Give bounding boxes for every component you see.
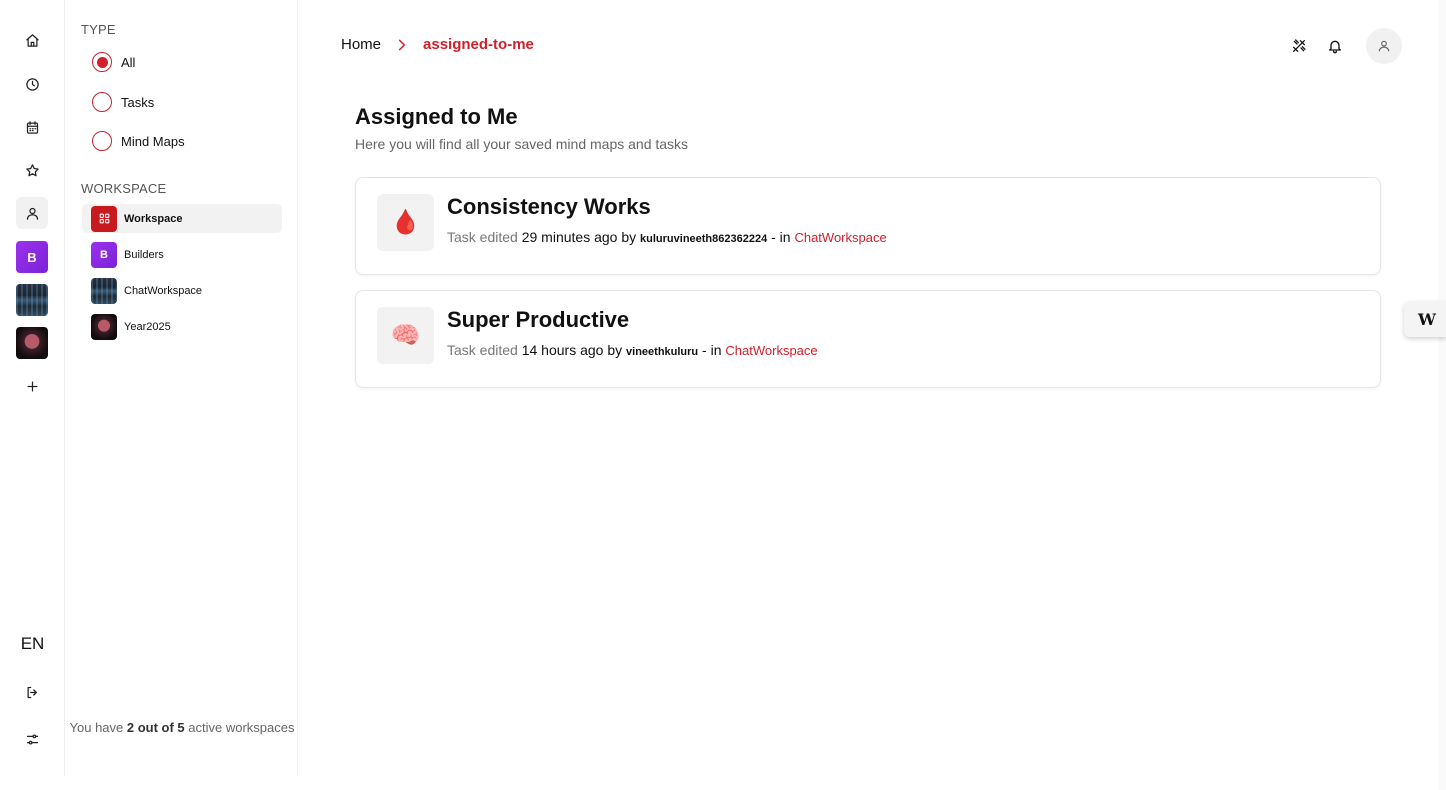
- task-time: 14 hours ago: [521, 342, 604, 358]
- radio-checked-icon[interactable]: [92, 52, 112, 72]
- workspace-item-chatworkspace[interactable]: ChatWorkspace: [82, 276, 282, 305]
- plus-icon[interactable]: [16, 370, 48, 402]
- type-option-mind-maps[interactable]: Mind Maps: [92, 130, 185, 152]
- tools-icon[interactable]: [1287, 34, 1311, 58]
- workspace-section-title: WORKSPACE: [81, 181, 167, 196]
- workspace-avatar: B: [91, 241, 117, 268]
- logout-icon[interactable]: [16, 676, 48, 708]
- task-workspace-link[interactable]: ChatWorkspace: [794, 230, 886, 245]
- workspace-label: ChatWorkspace: [124, 284, 203, 297]
- workspace-builders-tile[interactable]: B: [16, 241, 48, 273]
- bell-icon[interactable]: [1323, 34, 1347, 58]
- floating-widget-button[interactable]: W: [1404, 301, 1446, 337]
- task-meta: Task edited 29 minutes ago by kuluruvine…: [447, 229, 887, 245]
- radio-unchecked-icon[interactable]: [92, 92, 112, 112]
- task-in: - in: [771, 229, 791, 245]
- type-option-label: Mind Maps: [121, 133, 185, 149]
- task-time: 29 minutes ago: [521, 229, 618, 245]
- workspace-year2025-tile[interactable]: [16, 327, 48, 359]
- footer-count: 2 out of 5: [126, 720, 185, 735]
- task-workspace-link[interactable]: ChatWorkspace: [725, 343, 817, 358]
- page-subtitle: Here you will find all your saved mind m…: [355, 136, 689, 152]
- icon-rail: B EN: [0, 0, 65, 776]
- workspace-item-workspace[interactable]: Workspace: [82, 204, 282, 233]
- workspace-item-year2025[interactable]: Year2025: [82, 312, 282, 341]
- breadcrumb: Home assigned-to-me: [341, 36, 534, 53]
- breadcrumb-home[interactable]: Home: [341, 36, 381, 53]
- language-selector[interactable]: EN: [0, 634, 65, 654]
- page-title: Assigned to Me: [355, 104, 518, 129]
- user-avatar[interactable]: [1366, 28, 1402, 64]
- workspace-label: Builders: [124, 248, 164, 261]
- blood-drop-icon: 🩸: [377, 194, 434, 251]
- task-user: vineethkuluru: [626, 346, 699, 358]
- task-by: by: [621, 229, 637, 245]
- type-option-all[interactable]: All: [92, 51, 135, 73]
- task-user: kuluruvineeth862362224: [640, 233, 768, 245]
- task-in: - in: [702, 342, 722, 358]
- task-title: Super Productive: [447, 307, 630, 332]
- clock-icon[interactable]: [16, 68, 48, 100]
- workspace-label: Workspace: [124, 212, 183, 225]
- workspace-initial: B: [27, 249, 37, 265]
- widget-logo: W: [1418, 309, 1436, 329]
- page-scrollbar[interactable]: [1438, 0, 1446, 790]
- active-workspaces-note: You have 2 out of 5 active workspaces: [66, 719, 298, 737]
- calendar-icon[interactable]: [16, 111, 48, 143]
- workspace-avatar: [91, 277, 117, 304]
- workspace-chatworkspace-tile[interactable]: [16, 284, 48, 316]
- footer-prefix: You have: [69, 720, 127, 735]
- type-option-tasks[interactable]: Tasks: [92, 91, 154, 113]
- task-action: Task edited: [447, 342, 518, 358]
- task-by: by: [607, 342, 623, 358]
- task-card[interactable]: 🧠 Super Productive Task edited 14 hours …: [355, 290, 1381, 388]
- type-section-title: TYPE: [81, 22, 116, 37]
- workspace-avatar: [91, 313, 117, 340]
- settings-sliders-icon[interactable]: [16, 723, 48, 755]
- user-icon: [1378, 40, 1390, 52]
- radio-unchecked-icon[interactable]: [92, 131, 112, 151]
- type-option-label: All: [121, 54, 136, 70]
- type-option-label: Tasks: [121, 94, 155, 110]
- filter-sidebar: TYPE All Tasks Mind Maps WORKSPACE Works…: [66, 0, 298, 776]
- breadcrumb-current: assigned-to-me: [423, 36, 534, 53]
- task-card[interactable]: 🩸 Consistency Works Task edited 29 minut…: [355, 177, 1381, 275]
- task-title: Consistency Works: [447, 194, 651, 219]
- brain-icon: 🧠: [377, 307, 434, 364]
- user-icon[interactable]: [16, 197, 48, 229]
- task-meta: Task edited 14 hours ago by vineethkulur…: [447, 342, 818, 358]
- footer-suffix: active workspaces: [184, 720, 295, 735]
- chevron-right-icon: [398, 39, 406, 50]
- star-icon[interactable]: [16, 154, 48, 186]
- workspace-label: Year2025: [124, 320, 171, 333]
- grid-icon: [91, 205, 117, 232]
- task-action: Task edited: [447, 229, 518, 245]
- home-icon[interactable]: [16, 24, 48, 56]
- workspace-item-builders[interactable]: B Builders: [82, 240, 282, 269]
